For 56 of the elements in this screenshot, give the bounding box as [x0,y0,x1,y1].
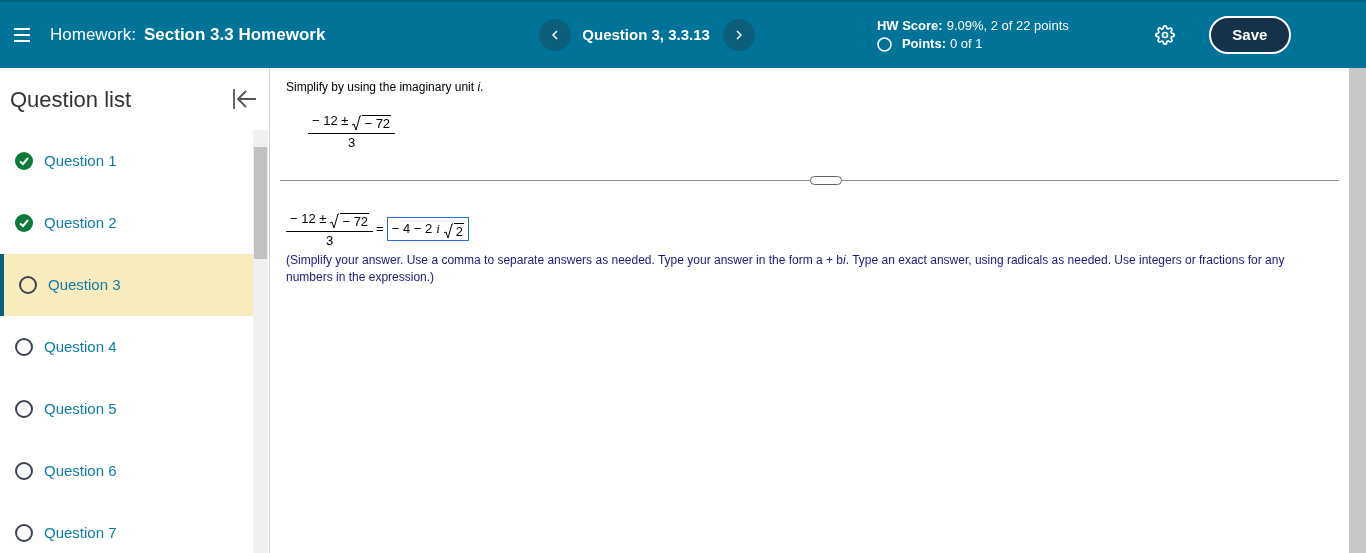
question-list-item[interactable]: Question 1 [0,130,253,192]
homework-label: Homework: [50,24,136,47]
collapse-sidebar-icon[interactable] [233,88,257,110]
question-prompt: Simplify by using the imaginary unit i. [286,79,485,96]
radicand: − 72 [340,212,370,229]
radical-sign-icon [443,222,453,239]
homework-title: Section 3.3 Homework [143,24,326,47]
question-list-item[interactable]: Question 6 [0,440,253,502]
denominator: 3 [347,133,356,151]
empty-circle-icon [15,524,33,542]
check-circle-icon [15,152,33,170]
settings-icon[interactable] [1154,25,1175,45]
score-label: HW Score: [876,17,943,35]
page-scrollbar[interactable] [1349,68,1366,553]
score-value: 9.09%, 2 of 22 points [946,17,1069,35]
radicand: − 72 [362,114,392,131]
check-circle-icon [15,214,33,232]
radical-sign-icon [330,212,340,229]
question-list-item[interactable]: Question 4 [0,316,253,378]
scrollbar-thumb[interactable] [254,146,267,259]
numerator: − 12 ± [290,210,327,228]
points-value: 0 of 1 [950,35,983,53]
question-number: Question 3, 3.3.13 [582,24,710,45]
question-list-item[interactable]: Question 7 [0,502,253,553]
question-list-item[interactable]: Question 3 [0,254,253,316]
points-label: Points: [901,35,946,53]
question-label: Question 1 [44,150,117,171]
question-list-item[interactable]: Question 5 [0,378,253,440]
chevron-left-icon [552,30,559,40]
menu-icon[interactable] [14,28,30,42]
equals-sign: = [376,220,384,238]
question-label: Question 3 [48,274,121,295]
question-label: Question 7 [44,522,117,543]
empty-circle-icon [15,462,33,480]
next-question-button[interactable] [722,19,755,51]
empty-circle-icon [15,338,33,356]
answer-instructions: (Simplify your answer. Use a comma to separate answers as needed. Type your answer in the form a + bi. Type an exact answer, using radicals as needed. Use integers or fractions for any numbers in the expression.) [286,251,1286,286]
empty-circle-icon [15,400,33,418]
question-label: Question 4 [44,336,117,357]
question-list-item[interactable]: Question 2 [0,192,253,254]
empty-circle-icon [19,276,37,294]
answer-field[interactable]: − 4 − 2 i 2 [386,217,470,241]
scrollbar[interactable] [253,130,268,553]
numerator: − 12 ± [312,112,349,130]
chevron-right-icon [735,30,742,40]
question-label: Question 6 [44,460,117,481]
question-label: Question 2 [44,212,117,233]
previous-question-button[interactable] [539,19,572,51]
save-button[interactable]: Save [1208,16,1291,54]
radicand: 2 [453,222,465,239]
divider-handle[interactable] [809,176,842,185]
denominator: 3 [325,231,334,249]
radical-sign-icon [352,114,362,131]
empty-circle-icon [876,36,892,52]
question-label: Question 5 [44,398,117,419]
sidebar-title: Question list [10,85,132,114]
